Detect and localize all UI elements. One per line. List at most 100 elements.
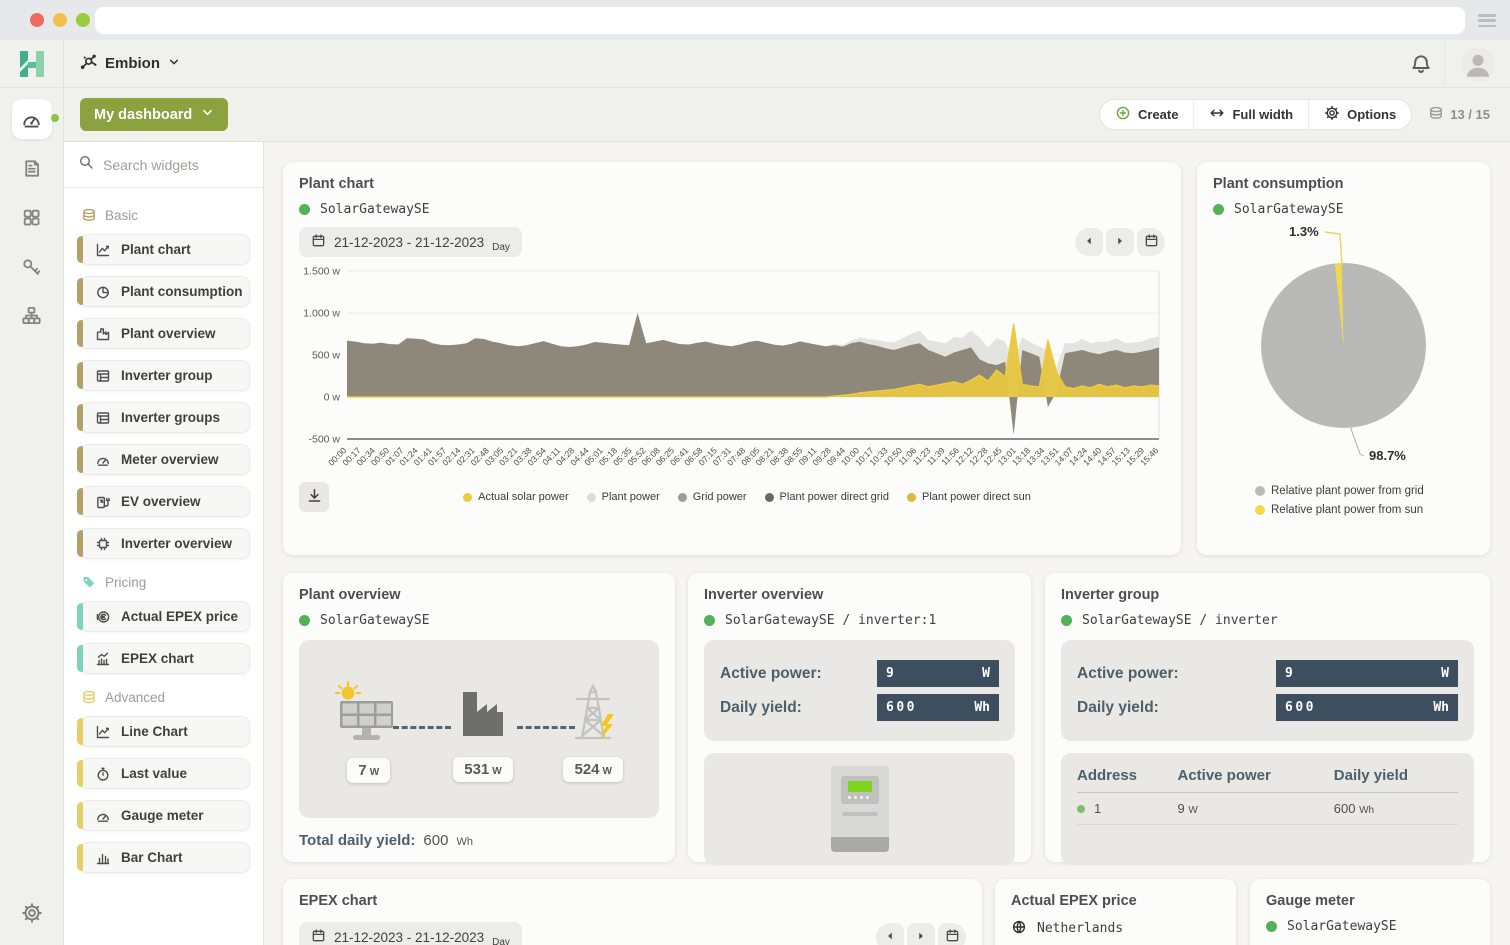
org-selector[interactable]: Embion — [78, 52, 180, 75]
date-range-picker[interactable]: 21-12-2023 - 21-12-2023 Day — [299, 227, 522, 257]
widget-item-bar-chart[interactable]: Bar Chart — [80, 842, 250, 873]
dashboard-name: My dashboard — [94, 107, 192, 123]
table-icon — [95, 368, 111, 384]
section-header-pricing: Pricing — [81, 574, 250, 590]
section-header-advanced: Advanced — [81, 689, 250, 705]
close-window-icon[interactable] — [30, 13, 44, 27]
rail-item-dashboard[interactable] — [12, 99, 52, 139]
daily-yield-value: 600Wh — [1276, 694, 1458, 721]
resolution-label: Day — [492, 937, 510, 945]
notifications-bell-icon[interactable] — [1398, 53, 1444, 75]
legend-item-plant-power-direct-sun[interactable]: Plant power direct sun — [907, 491, 1031, 503]
widget-item-actual-epex-price[interactable]: Actual EPEX price — [80, 601, 250, 632]
drag-accent — [77, 320, 83, 347]
svg-text:-500 w: -500 w — [308, 434, 340, 446]
legend-item-relative-plant-power-from-grid[interactable]: Relative plant power from grid — [1255, 485, 1474, 497]
rail-item-access-keys[interactable] — [12, 246, 52, 286]
full-width-button[interactable]: Full width — [1194, 100, 1309, 129]
options-button[interactable]: Options — [1309, 100, 1411, 129]
rail-item-apps[interactable] — [12, 197, 52, 237]
widget-title: Inverter overview — [704, 587, 1015, 603]
widget-item-plant-chart[interactable]: Plant chart — [80, 234, 250, 265]
calendar-button[interactable] — [1137, 228, 1165, 256]
solar-node: 7W — [334, 681, 404, 783]
widget-item-line-chart[interactable]: Line Chart — [80, 716, 250, 747]
device-name: SolarGatewaySE — [1234, 202, 1344, 217]
grid-power-value: 524W — [563, 757, 622, 782]
drag-accent — [77, 446, 83, 473]
widget-item-last-value[interactable]: Last value — [80, 758, 250, 789]
widget-item-inverter-groups[interactable]: Inverter groups — [80, 402, 250, 433]
stopwatch-icon — [95, 766, 111, 782]
download-icon — [306, 487, 323, 507]
create-button[interactable]: Create — [1100, 100, 1194, 129]
widget-item-label: Inverter group — [121, 368, 213, 383]
widget-item-inverter-overview[interactable]: Inverter overview — [80, 528, 250, 559]
next-period-button[interactable] — [907, 923, 935, 945]
legend-item-relative-plant-power-from-sun[interactable]: Relative plant power from sun — [1255, 504, 1474, 516]
drag-accent — [77, 362, 83, 389]
inverter-device-icon — [831, 766, 889, 852]
settings-gear-icon[interactable] — [12, 893, 52, 933]
widget-item-gauge-meter[interactable]: Gauge meter — [80, 800, 250, 831]
chevron-down-icon — [168, 55, 180, 72]
prev-period-button[interactable] — [876, 923, 904, 945]
app-logo[interactable] — [0, 40, 63, 88]
widget-item-epex-chart[interactable]: EPEX chart — [80, 643, 250, 674]
widget-item-plant-consumption[interactable]: Plant consumption — [80, 276, 250, 307]
table-row: 1 9 W 600 Wh — [1077, 793, 1458, 825]
rail-item-topology[interactable] — [12, 295, 52, 335]
pie-label-grid: 98.7% — [1369, 448, 1406, 463]
app-header: Embion — [64, 40, 1510, 88]
meter-icon — [95, 452, 111, 468]
rail-item-reports[interactable] — [12, 148, 52, 188]
legend-item-actual-solar-power[interactable]: Actual solar power — [463, 491, 569, 503]
legend-item-plant-power[interactable]: Plant power — [587, 491, 660, 503]
dashboard-selector-button[interactable]: My dashboard — [80, 98, 228, 131]
search-icon — [78, 154, 94, 175]
inverter-table-panel: Address Active power Daily yield 1 9 W 6… — [1061, 753, 1474, 865]
date-range-text: 21-12-2023 - 21-12-2023 — [334, 930, 484, 945]
widget-item-ev-overview[interactable]: EV overview — [80, 486, 250, 517]
zoom-window-icon[interactable] — [76, 13, 90, 27]
plant-node: 531W — [453, 682, 512, 782]
device-name: SolarGatewaySE / inverter:1 — [725, 613, 936, 628]
url-bar[interactable] — [95, 7, 1465, 34]
prev-period-button[interactable] — [1075, 228, 1103, 256]
consumption-pie-chart: 1.3% 98.7% — [1213, 221, 1474, 473]
widget-title: EPEX chart — [299, 893, 966, 909]
date-range-picker[interactable]: 21-12-2023 - 21-12-2023 Day — [299, 922, 522, 945]
dashboard-canvas: Plant chart SolarGatewaySE 21-12-2023 - … — [264, 142, 1510, 945]
svg-text:500 w: 500 w — [312, 350, 340, 362]
widget-item-label: Last value — [121, 766, 187, 781]
legend-item-grid-power[interactable]: Grid power — [678, 491, 747, 503]
minimize-window-icon[interactable] — [53, 13, 67, 27]
browser-menu-icon[interactable] — [1478, 14, 1496, 27]
calendar-icon — [1144, 233, 1159, 251]
search-input[interactable] — [103, 157, 243, 173]
pie-leader-lines — [1213, 221, 1474, 473]
widget-item-label: Inverter groups — [121, 410, 220, 425]
status-dot — [1077, 805, 1085, 813]
solar-power-value: 7W — [347, 758, 390, 783]
calendar-icon — [311, 928, 326, 945]
widget-item-plant-overview[interactable]: Plant overview — [80, 318, 250, 349]
energy-flow-diagram: 7W 531W — [299, 640, 659, 818]
nav-rail — [0, 40, 64, 945]
resolution-label: Day — [492, 242, 510, 253]
meter-icon — [95, 808, 111, 824]
avatar[interactable] — [1444, 40, 1510, 87]
legend-item-plant-power-direct-grid[interactable]: Plant power direct grid — [765, 491, 889, 503]
widget-item-meter-overview[interactable]: Meter overview — [80, 444, 250, 475]
device-name: SolarGatewaySE — [320, 202, 430, 217]
drag-accent — [77, 488, 83, 515]
line-chart-icon — [95, 724, 111, 740]
widget-sidebar: BasicPlant chartPlant consumptionPlant o… — [64, 142, 264, 945]
widget-item-inverter-group[interactable]: Inverter group — [80, 360, 250, 391]
widget-item-label: EPEX chart — [121, 651, 194, 666]
chevron-down-icon — [201, 106, 214, 123]
download-button[interactable] — [299, 482, 329, 512]
next-period-button[interactable] — [1106, 228, 1134, 256]
device-row: SolarGatewaySE / inverter:1 — [704, 613, 1015, 628]
calendar-button[interactable] — [938, 923, 966, 945]
